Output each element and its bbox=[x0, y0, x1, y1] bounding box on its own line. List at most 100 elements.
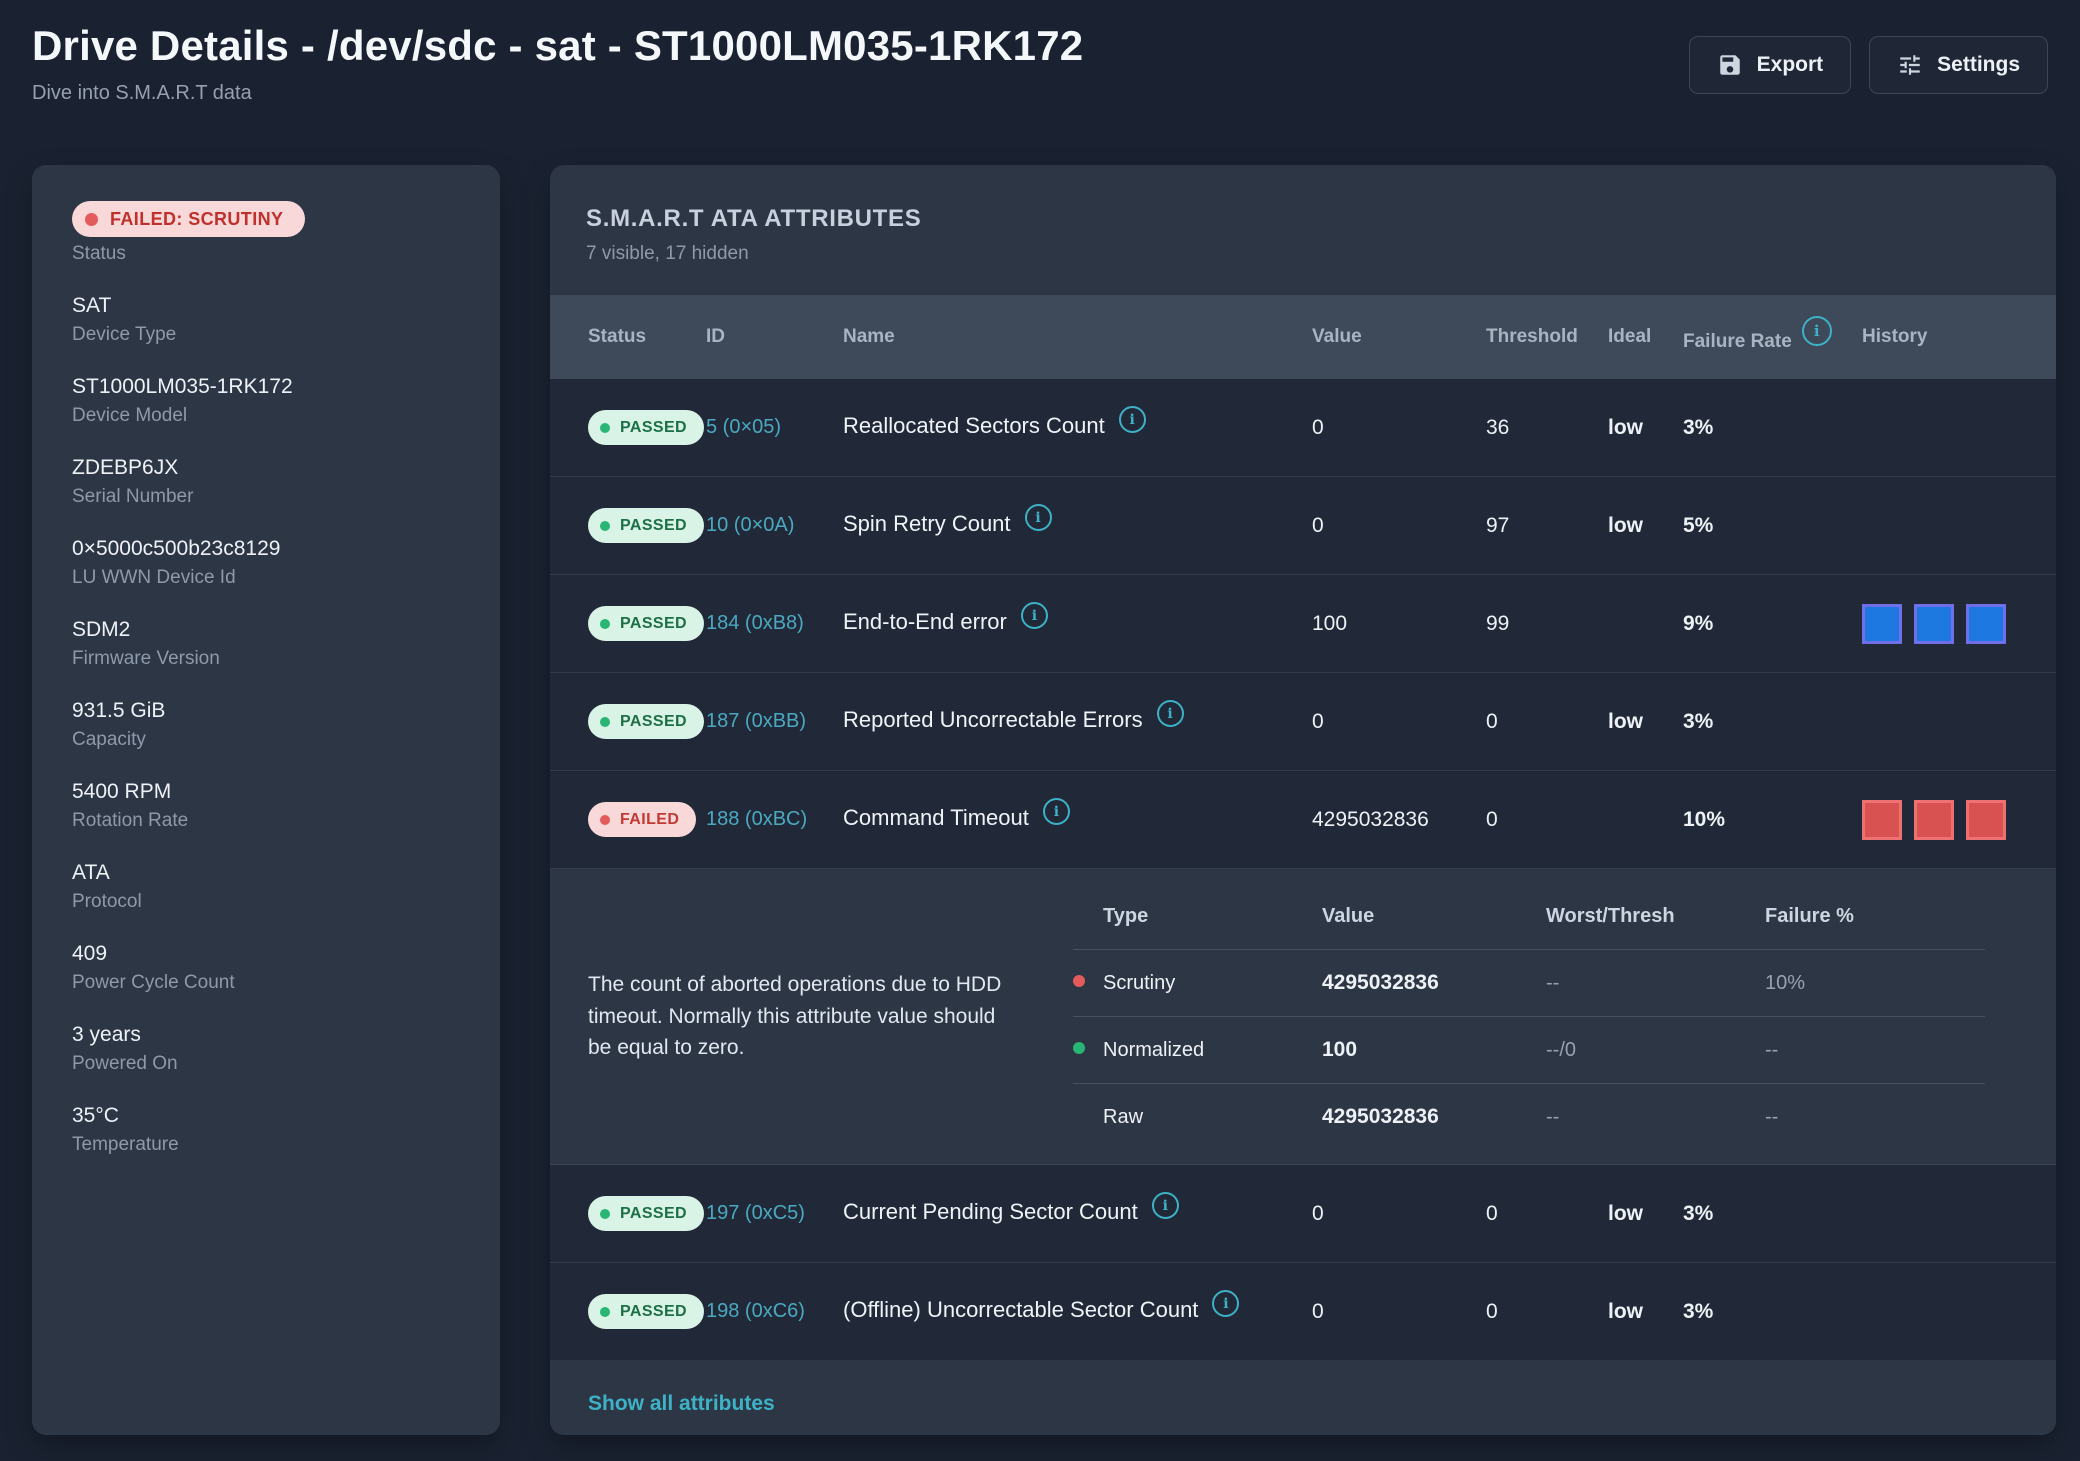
attributes-title: S.M.A.R.T ATA ATTRIBUTES bbox=[586, 205, 2020, 233]
status-dot-icon bbox=[600, 619, 610, 629]
attribute-threshold: 99 bbox=[1486, 612, 1608, 636]
sidebar-item: ZDEBP6JX Serial Number bbox=[72, 456, 460, 508]
attribute-row[interactable]: PASSED 187 (0xBB) Reported Uncorrectable… bbox=[550, 673, 2056, 771]
status-dot-icon bbox=[600, 423, 610, 433]
settings-button-label: Settings bbox=[1937, 53, 2020, 77]
failure-rate-info-icon[interactable]: i bbox=[1802, 316, 1832, 346]
sidebar-item-value: 5400 RPM bbox=[72, 780, 460, 804]
settings-button[interactable]: Settings bbox=[1869, 36, 2048, 94]
attribute-value: 100 bbox=[1312, 612, 1486, 636]
attribute-ideal: low bbox=[1608, 514, 1683, 538]
attribute-name: Reported Uncorrectable Errors bbox=[843, 707, 1143, 732]
detail-row-worst-thresh: -- bbox=[1546, 1106, 1765, 1129]
sidebar-item-label: Device Model bbox=[72, 405, 460, 427]
sidebar-item-value: ST1000LM035-1RK172 bbox=[72, 375, 460, 399]
history-square-red bbox=[1862, 800, 1902, 840]
attribute-threshold: 0 bbox=[1486, 1300, 1608, 1324]
attribute-id: 197 (0xC5) bbox=[706, 1202, 843, 1225]
detail-row-worst-thresh: -- bbox=[1546, 972, 1765, 995]
attribute-row[interactable]: PASSED 184 (0xB8) End-to-End errori 100 … bbox=[550, 575, 2056, 673]
attribute-row[interactable]: PASSED 198 (0xC6) (Offline) Uncorrectabl… bbox=[550, 1263, 2056, 1360]
attribute-row[interactable]: PASSED 10 (0×0A) Spin Retry Counti 0 97 … bbox=[550, 477, 2056, 575]
drive-details-page: Drive Details - /dev/sdc - sat - ST1000L… bbox=[0, 0, 2080, 1461]
attribute-threshold: 97 bbox=[1486, 514, 1608, 538]
status-dot-icon bbox=[600, 1209, 610, 1219]
attribute-info-icon[interactable]: i bbox=[1157, 700, 1184, 727]
attribute-failure-rate: 3% bbox=[1683, 1202, 1862, 1226]
header-actions: Export Settings bbox=[1689, 36, 2048, 94]
attribute-info-icon[interactable]: i bbox=[1025, 504, 1052, 531]
attribute-value: 0 bbox=[1312, 1202, 1486, 1226]
smart-attributes-panel: S.M.A.R.T ATA ATTRIBUTES 7 visible, 17 h… bbox=[550, 165, 2056, 1435]
attribute-info-icon[interactable]: i bbox=[1212, 1290, 1239, 1317]
detail-column-type: Type bbox=[1103, 905, 1322, 928]
attribute-detail-panel: The count of aborted operations due to H… bbox=[550, 869, 2056, 1165]
status-block: FAILED: SCRUTINY Status bbox=[72, 201, 460, 265]
attribute-status-badge: PASSED bbox=[588, 508, 704, 543]
attribute-ideal: low bbox=[1608, 710, 1683, 734]
sidebar-item-label: Serial Number bbox=[72, 486, 460, 508]
attribute-row[interactable]: PASSED 197 (0xC5) Current Pending Sector… bbox=[550, 1165, 2056, 1263]
status-dot-icon bbox=[85, 213, 98, 226]
attribute-ideal: low bbox=[1608, 1202, 1683, 1226]
attribute-status-label: PASSED bbox=[620, 713, 687, 731]
attribute-id: 198 (0xC6) bbox=[706, 1300, 843, 1323]
attribute-row[interactable]: PASSED 5 (0×05) Reallocated Sectors Coun… bbox=[550, 379, 2056, 477]
attribute-name-cell: Current Pending Sector Counti bbox=[843, 1199, 1312, 1229]
status-dot-icon bbox=[600, 1307, 610, 1317]
export-button-label: Export bbox=[1757, 53, 1824, 77]
status-label: Status bbox=[72, 243, 460, 265]
attribute-threshold: 0 bbox=[1486, 808, 1608, 832]
attribute-status-label: PASSED bbox=[620, 1205, 687, 1223]
attribute-threshold: 0 bbox=[1486, 710, 1608, 734]
attribute-value: 0 bbox=[1312, 514, 1486, 538]
detail-row-type: Raw bbox=[1103, 1106, 1322, 1129]
column-header-history: History bbox=[1862, 326, 2056, 348]
sidebar-item-label: LU WWN Device Id bbox=[72, 567, 460, 589]
sidebar-item-value: 3 years bbox=[72, 1023, 460, 1047]
attribute-info-icon[interactable]: i bbox=[1119, 406, 1146, 433]
attribute-failure-rate: 10% bbox=[1683, 808, 1862, 832]
detail-column-worst-thresh: Worst/Thresh bbox=[1546, 905, 1765, 928]
detail-row-failure: -- bbox=[1765, 1039, 1985, 1062]
column-header-value: Value bbox=[1312, 326, 1486, 348]
sidebar-item-label: Firmware Version bbox=[72, 648, 460, 670]
attribute-info-icon[interactable]: i bbox=[1021, 602, 1048, 629]
attribute-value: 0 bbox=[1312, 1300, 1486, 1324]
attribute-name-cell: Spin Retry Counti bbox=[843, 511, 1312, 541]
detail-row-dot-icon bbox=[1073, 1042, 1085, 1054]
sidebar-item-value: 409 bbox=[72, 942, 460, 966]
history-square-blue bbox=[1966, 604, 2006, 644]
attribute-id: 10 (0×0A) bbox=[706, 514, 843, 537]
detail-row-value: 100 bbox=[1322, 1038, 1546, 1062]
column-header-id: ID bbox=[706, 326, 843, 348]
attribute-name: Reallocated Sectors Count bbox=[843, 413, 1105, 438]
drive-summary-panel: FAILED: SCRUTINY Status SAT Device Type … bbox=[32, 165, 500, 1435]
sidebar-item-value: ZDEBP6JX bbox=[72, 456, 460, 480]
column-header-status: Status bbox=[588, 326, 706, 348]
attribute-failure-rate: 3% bbox=[1683, 710, 1862, 734]
detail-row-worst-thresh: --/0 bbox=[1546, 1039, 1765, 1062]
attributes-table-body: PASSED 5 (0×05) Reallocated Sectors Coun… bbox=[550, 379, 2056, 1360]
show-all-attributes-link[interactable]: Show all attributes bbox=[588, 1392, 775, 1415]
sidebar-item-label: Capacity bbox=[72, 729, 460, 751]
attribute-info-icon[interactable]: i bbox=[1152, 1192, 1179, 1219]
attribute-row[interactable]: FAILED 188 (0xBC) Command Timeouti 42950… bbox=[550, 771, 2056, 869]
sidebar-item: SAT Device Type bbox=[72, 294, 460, 346]
sidebar-item: 35°C Temperature bbox=[72, 1104, 460, 1156]
attribute-threshold: 0 bbox=[1486, 1202, 1608, 1226]
export-button[interactable]: Export bbox=[1689, 36, 1852, 94]
sidebar-item: 3 years Powered On bbox=[72, 1023, 460, 1075]
status-badge: FAILED: SCRUTINY bbox=[72, 201, 305, 237]
attribute-info-icon[interactable]: i bbox=[1043, 798, 1070, 825]
attribute-status-badge: PASSED bbox=[588, 1294, 704, 1329]
attribute-value: 0 bbox=[1312, 710, 1486, 734]
attribute-ideal: low bbox=[1608, 1300, 1683, 1324]
attribute-name: Current Pending Sector Count bbox=[843, 1199, 1138, 1224]
attribute-id: 184 (0xB8) bbox=[706, 612, 843, 635]
attribute-value: 4295032836 bbox=[1312, 808, 1486, 832]
attribute-name-cell: End-to-End errori bbox=[843, 609, 1312, 639]
sidebar-item-label: Rotation Rate bbox=[72, 810, 460, 832]
attributes-header: S.M.A.R.T ATA ATTRIBUTES 7 visible, 17 h… bbox=[550, 165, 2056, 295]
detail-row-type: Normalized bbox=[1103, 1039, 1322, 1062]
